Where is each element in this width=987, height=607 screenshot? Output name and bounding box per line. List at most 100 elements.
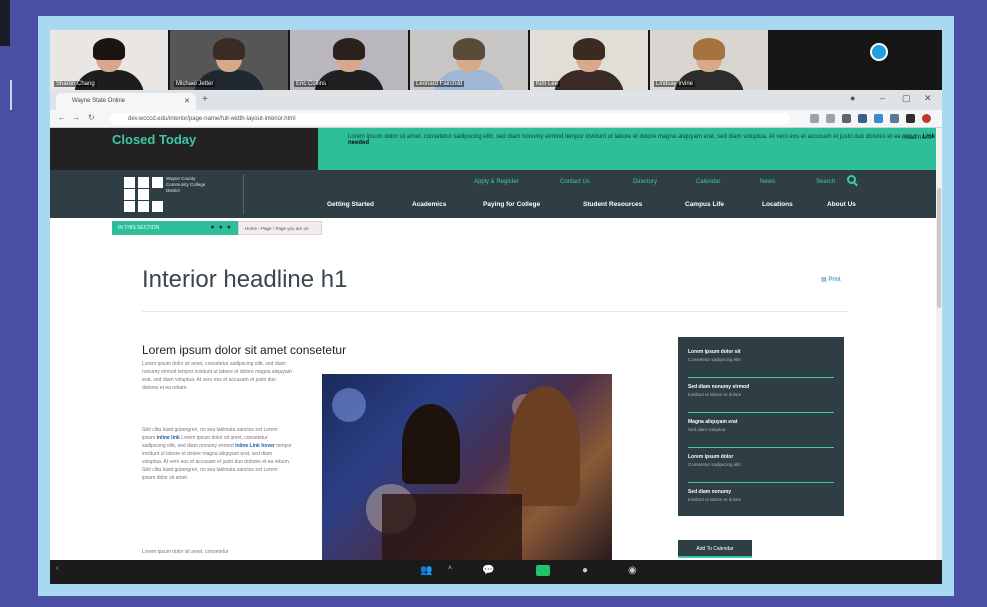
college-logo[interactable] [124,177,164,212]
corner-decoration [0,0,10,46]
main-nav-item[interactable]: Locations [762,201,793,208]
sidebar-link[interactable]: Lorem ipsum dolor sit Consetetur sadipsci… [688,343,834,378]
utility-nav-link[interactable]: Calendar [696,179,720,185]
profile-avatar[interactable] [922,114,931,123]
browser-tab[interactable]: Wayne State Online ✕ [56,93,196,110]
sidebar-link[interactable]: Lorem ipsum dolor Consetetur sadipscing e… [688,448,834,483]
breadcrumb[interactable]: Home › Page › Page you are on [238,221,322,235]
alert-message: Lorem ipsum dolor sit amet, consetetur s… [348,134,942,146]
main-nav-item[interactable]: Student Resources [583,201,642,208]
logo-square [124,189,135,200]
reactions-icon[interactable]: ◉ [628,565,637,576]
participant-body [554,70,624,90]
participant-name: Kim Lee [534,81,561,87]
reload-icon[interactable]: ↻ [88,113,95,122]
participant-body [314,70,384,90]
participant-video[interactable]: Sharon Chang [50,30,168,90]
sidebar-link[interactable]: Sed diam nonumy eirmod Invidunt ut labore… [688,378,834,413]
chevron-up-icon[interactable]: ˄ [448,565,452,572]
sidebar-links: Lorem ipsum dolor sit Consetetur sadipsci… [678,337,844,516]
sidebar-link-title: Sed diam nonumy [688,489,732,495]
alert-message-text: Lorem ipsum dolor sit amet, consetetur s… [348,134,921,140]
participant-body [194,70,264,90]
utility-nav-link[interactable]: Contact Us [560,179,590,185]
search-icon[interactable] [847,175,856,184]
chat-icon[interactable]: 💬 [482,565,494,576]
participant-video[interactable]: Leonard Fairchild [410,30,528,90]
utility-nav-link[interactable]: News [760,179,775,185]
logo-wordmark: Wayne County Community College District [166,176,206,193]
sidebar-link-subtitle: Invidunt ut labore et dolore [688,392,742,397]
utility-nav-link[interactable]: Apply & Register [474,179,519,185]
main-nav-item[interactable]: Academics [412,201,446,208]
add-to-calendar-button[interactable]: Add To Calendar [678,540,752,558]
bookmark-icon[interactable] [906,114,915,123]
participant-video[interactable]: Lindsay Irvine [650,30,768,90]
sidebar-link-subtitle: Consetetur sadipscing elitr [688,462,742,467]
scrollbar-thumb[interactable] [937,188,941,308]
utility-nav-link[interactable]: Directory [633,179,657,185]
new-tab-icon[interactable]: + [202,94,208,105]
inline-link-hover[interactable]: inline Link hover [235,443,275,449]
participant-gallery: Sharon Chang Michael Jetter Eric Collins Le… [50,30,942,90]
participant-name: Lindsay Irvine [654,81,696,87]
main-nav-item[interactable]: Campus Life [685,201,724,208]
record-icon[interactable]: ● [582,565,588,576]
participant-video[interactable]: Kim Lee [530,30,648,90]
section-menu-toggle[interactable]: IN THIS SECTION ● ● ● [112,221,238,235]
main-nav-item[interactable]: About Us [827,201,856,208]
mute-icon[interactable]: ‹ [56,565,58,572]
main-nav-item[interactable]: Getting Started [327,201,374,208]
main-nav-item[interactable]: Paying for College [483,201,540,208]
participant-hair [333,38,365,60]
extension-icon[interactable] [890,114,899,123]
logo-square [152,201,163,212]
logo-square [124,201,135,212]
tab-title: Wayne State Online [72,98,126,104]
logo-square [138,201,149,212]
share-screen-icon[interactable] [536,565,550,576]
minimize-icon[interactable]: – [880,93,885,103]
maximize-icon[interactable]: ▢ [902,93,911,104]
sidebar-link[interactable]: Magna aliquyam erat Sed diam voluptua [688,413,834,448]
alert-read-more[interactable]: Read more [902,134,932,143]
alert-message-box: Lorem ipsum dolor sit amet, consetetur s… [318,128,942,170]
extension-icon[interactable] [858,114,867,123]
participant-hair [453,38,485,60]
extension-icon[interactable] [810,114,819,123]
inline-link[interactable]: inline link [157,435,180,441]
close-window-icon[interactable]: ✕ [924,93,932,104]
header-divider [243,174,244,214]
participant-video[interactable]: Michael Jetter [170,30,288,90]
browser-tab-bar: Wayne State Online ✕ + ● – ▢ ✕ [50,90,942,110]
back-icon[interactable]: ← [58,113,66,122]
site-header: Wayne County Community College District … [50,170,942,218]
dots-icon: ● ● ● [210,224,232,231]
participant-video[interactable]: Eric Collins [290,30,408,90]
student-silhouette [402,404,460,484]
logo-square [152,177,163,188]
logo-square [138,177,149,188]
sidebar-link-title: Lorem ipsum dolor [688,454,734,460]
account-icon[interactable]: ● [850,93,855,103]
sidebar-link-title: Lorem ipsum dolor sit [688,349,741,355]
title-divider [142,311,848,312]
address-bar[interactable]: dev.wcccd.edu/interior/page-name/full-wi… [110,113,790,125]
pen-icon[interactable] [842,114,851,123]
participants-icon[interactable]: 👥 [420,565,432,576]
sidebar-link[interactable]: Sed diam nonumy Invidunt ut labore et dol… [688,483,834,518]
search-label[interactable]: Search [816,179,835,185]
print-button[interactable]: ▤ Print [821,276,841,283]
alert-banner: Closed Today Lorem ipsum dolor sit amet,… [50,128,942,170]
participant-hair [93,38,125,60]
tab-close-icon[interactable]: ✕ [184,97,190,105]
print-label: Print [828,277,841,283]
corner-decoration-line [0,80,12,110]
extension-icon[interactable] [874,114,883,123]
url-text: dev.wcccd.edu/interior/page-name/full-wi… [128,116,296,122]
extension-icon[interactable] [826,114,835,123]
gallery-next-button[interactable] [870,43,888,61]
forward-icon[interactable]: → [72,113,80,122]
screen-frame: Sharon Chang Michael Jetter Eric Collins Le… [38,16,954,596]
participant-name: Sharon Chang [54,81,97,87]
